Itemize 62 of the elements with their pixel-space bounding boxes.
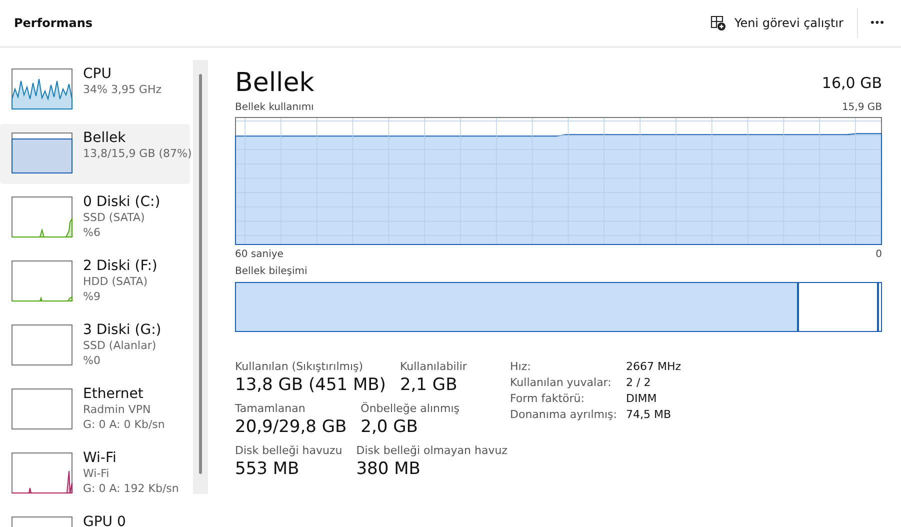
stat-value: 2,1 GB — [400, 374, 458, 397]
usage-graph-icon — [11, 324, 73, 366]
device-name: 2 Diski (F:) — [83, 258, 158, 274]
property-label: Hız: — [510, 360, 532, 373]
chart-label: Bellek kullanımı — [235, 102, 314, 112]
device-detail: SSD (Alanlar) — [83, 338, 158, 353]
time-end-label: 0 — [876, 248, 882, 260]
sidebar-item[interactable]: 2 Diski (F:) HDD (SATA) %9 — [0, 252, 190, 312]
device-detail: G: 0 A: 192 Kb/sn — [83, 481, 179, 496]
chart-max-label: 15,9 GB — [842, 102, 882, 112]
sidebar-item[interactable]: CPU 34% 3,95 GHz — [0, 60, 190, 120]
device-name: Bellek — [83, 130, 127, 146]
property-value: DIMM — [626, 392, 658, 405]
device-detail: SSD (SATA) — [83, 210, 146, 225]
run-new-task-button[interactable]: Yeni görevi çalıştır — [700, 9, 854, 37]
device-detail: %0 — [83, 353, 102, 368]
device-detail: 13,8/15,9 GB (87%) — [83, 146, 192, 161]
device-detail: Radmin VPN — [83, 402, 152, 417]
property-value: 74,5 MB — [626, 408, 672, 421]
section-title: Bellek — [235, 68, 314, 98]
device-detail: G: 0 A: 0 Kb/sn — [83, 417, 165, 432]
stat-label: Disk belleği olmayan havuz — [356, 444, 508, 457]
stat-label: Kullanılan (Sıkıştırılmış) — [235, 360, 364, 373]
page-title: Performans — [14, 16, 93, 30]
device-detail: 34% 3,95 GHz — [83, 82, 162, 97]
time-span-label: 60 saniye — [235, 248, 284, 260]
property-value: 2667 MHz — [626, 360, 682, 373]
sidebar-item[interactable]: GPU 0 — [0, 508, 190, 527]
stat-value: 553 MB — [235, 458, 300, 481]
device-name: Ethernet — [83, 386, 144, 402]
device-name: GPU 0 — [83, 514, 126, 527]
new-task-icon — [710, 15, 726, 31]
sidebar-item[interactable]: Ethernet Radmin VPN G: 0 A: 0 Kb/sn — [0, 380, 190, 440]
stat-label: Tamamlanan — [235, 402, 306, 415]
property-value: 2 / 2 — [626, 376, 652, 389]
device-name: 3 Diski (G:) — [83, 322, 162, 338]
device-detail: %9 — [83, 289, 102, 304]
stat-value: 20,9/29,8 GB — [235, 416, 347, 439]
device-detail: %6 — [83, 225, 102, 240]
sidebar-item[interactable]: Bellek 13,8/15,9 GB (87%) — [0, 124, 190, 184]
property-label: Form faktörü: — [510, 392, 586, 405]
sidebar-item[interactable]: 3 Diski (G:) SSD (Alanlar) %0 — [0, 316, 190, 376]
total-memory: 16,0 GB — [822, 74, 882, 92]
scrollbar[interactable] — [193, 60, 208, 494]
device-detail: Wi-Fi — [83, 466, 110, 481]
stat-value: 380 MB — [356, 458, 422, 481]
usage-graph-icon — [11, 388, 73, 430]
sidebar-item[interactable]: Wi-Fi Wi-Fi G: 0 A: 192 Kb/sn — [0, 444, 190, 504]
device-name: CPU — [83, 66, 112, 82]
stat-label: Disk belleği havuzu — [235, 444, 342, 457]
property-label: Kullanılan yuvalar: — [510, 376, 612, 389]
sidebar-item[interactable]: 0 Diski (C:) SSD (SATA) %6 — [0, 188, 190, 248]
stat-label: Önbelleğe alınmış — [360, 402, 460, 415]
device-name: 0 Diski (C:) — [83, 194, 160, 210]
device-detail: HDD (SATA) — [83, 274, 149, 289]
stat-value: 13,8 GB (451 MB) — [235, 374, 386, 397]
composition-label: Bellek bileşimi — [235, 266, 308, 276]
property-label: Donanıma ayrılmış: — [510, 408, 618, 421]
stat-label: Kullanılabilir — [400, 360, 467, 373]
stat-value: 2,0 GB — [360, 416, 419, 439]
device-name: Wi-Fi — [83, 450, 118, 466]
more-button[interactable]: ••• — [858, 11, 897, 35]
